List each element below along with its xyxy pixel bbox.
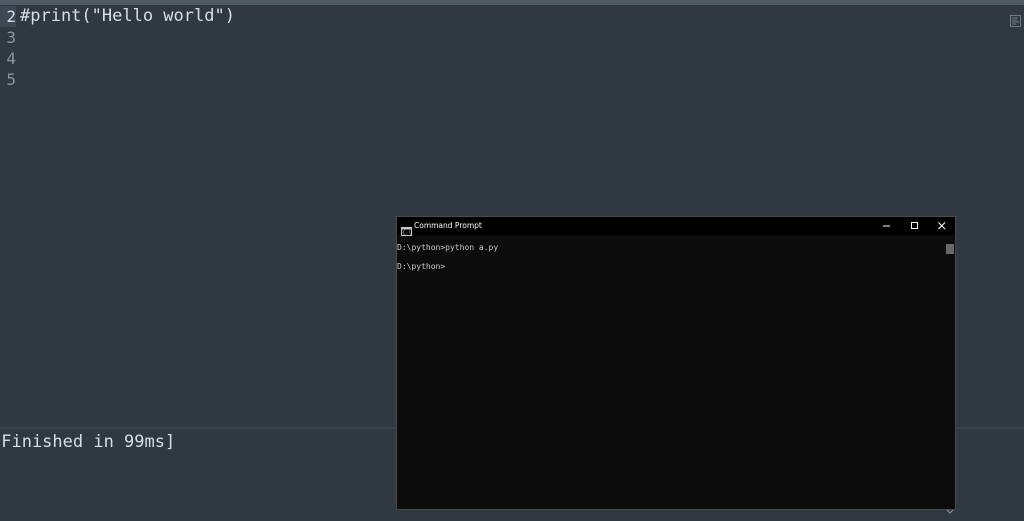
close-icon: [938, 222, 946, 230]
line-number: 2: [0, 6, 16, 27]
scroll-down-arrow-icon[interactable]: [946, 500, 954, 514]
code-line[interactable]: #print("Hello world"): [20, 6, 235, 27]
close-button[interactable]: [928, 217, 956, 235]
console-icon: C:\: [401, 221, 412, 237]
line-number: 5: [6, 70, 16, 89]
scroll-thumb[interactable]: [946, 244, 954, 254]
command-prompt-window[interactable]: C:\ Command Prompt D:\python>python a.py…: [396, 216, 956, 514]
console-line: D:\python>python a.py: [397, 243, 499, 252]
minimap-icon[interactable]: [1010, 12, 1021, 27]
command-prompt-titlebar[interactable]: C:\ Command Prompt: [397, 217, 956, 237]
console-line: D:\python>: [397, 262, 446, 271]
scroll-up-arrow-icon[interactable]: [946, 236, 954, 250]
console-output[interactable]: D:\python>python a.py D:\python>: [397, 235, 945, 509]
maximize-button[interactable]: [901, 217, 929, 235]
line-number: 4: [6, 49, 16, 68]
build-output-text: [Finished in 99ms]: [0, 432, 176, 452]
console-scrollbar[interactable]: [945, 235, 955, 514]
maximize-icon: [911, 222, 918, 229]
command-prompt-title: Command Prompt: [414, 221, 482, 230]
minimize-icon: [883, 225, 890, 227]
minimize-button[interactable]: [873, 217, 901, 235]
line-number: 3: [6, 28, 16, 47]
